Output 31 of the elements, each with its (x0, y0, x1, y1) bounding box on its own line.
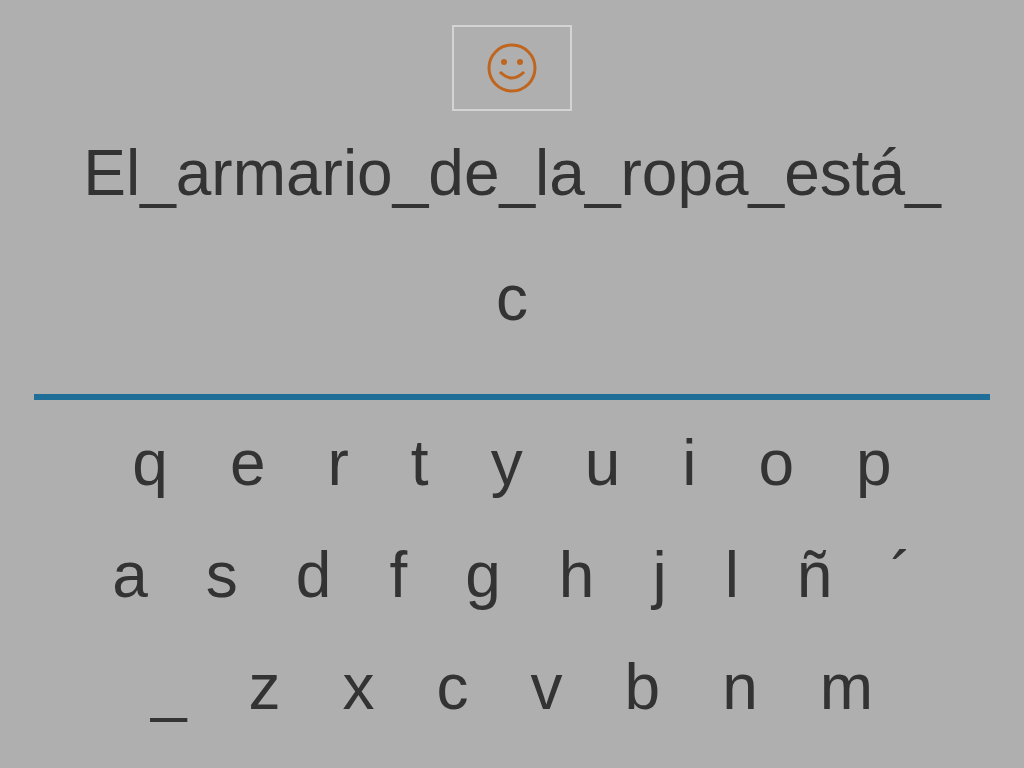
sentence-text: c (496, 261, 528, 336)
key-button[interactable]: z (248, 647, 281, 727)
key-button[interactable]: m (819, 647, 874, 727)
key-button[interactable]: e (229, 423, 266, 503)
key-button[interactable]: o (758, 423, 795, 503)
smiley-button[interactable] (452, 25, 572, 111)
key-button[interactable]: h (558, 535, 595, 615)
key-button[interactable]: f (389, 535, 408, 615)
key-button[interactable]: i (682, 423, 697, 503)
key-button[interactable]: c (436, 647, 469, 727)
key-button[interactable]: g (465, 535, 501, 615)
key-button[interactable]: y (490, 423, 523, 503)
key-button[interactable]: a (112, 535, 148, 615)
key-button[interactable]: v (530, 647, 563, 727)
smiley-icon (486, 42, 538, 94)
key-button[interactable]: ´ (890, 535, 912, 615)
key-button[interactable]: b (624, 647, 661, 727)
key-button[interactable]: s (205, 535, 238, 615)
key-button[interactable]: n (722, 647, 758, 727)
key-button[interactable]: u (584, 423, 621, 503)
key-button[interactable]: t (410, 423, 429, 503)
key-button[interactable]: ñ (796, 535, 833, 615)
key-button[interactable]: q (132, 423, 168, 503)
sentence-text: El_armario_de_la_ropa_está_ (83, 136, 941, 211)
key-button[interactable]: _ (150, 647, 187, 727)
key-button[interactable]: p (856, 423, 892, 503)
key-button[interactable]: r (327, 423, 349, 503)
key-button[interactable]: d (295, 535, 332, 615)
key-button[interactable]: j (652, 535, 667, 615)
key-button[interactable]: x (342, 647, 375, 727)
key-button[interactable]: l (724, 535, 739, 615)
